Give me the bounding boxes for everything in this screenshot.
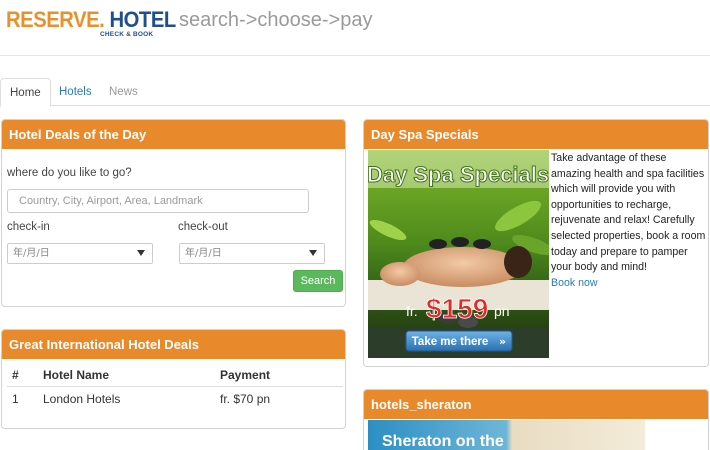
logo-subtitle: CHECK & BOOK	[100, 31, 154, 38]
sheraton-panel: hotels_sheraton Sheraton on the	[363, 389, 709, 450]
book-now-link[interactable]: Book now	[551, 276, 707, 292]
checkout-date-picker[interactable]: 年/月/日	[179, 243, 325, 264]
spa-description-text: Take advantage of these amazing health a…	[551, 152, 706, 274]
table-row[interactable]: 1 London Hotels fr. $70 pn	[7, 386, 343, 412]
day-spa-promo-image[interactable]: Day Spa Specials fr. $159 pn Take me the…	[368, 150, 549, 358]
dropdown-arrow-icon	[137, 250, 145, 256]
column-header-hotel-name: Hotel Name	[43, 364, 220, 387]
search-button[interactable]: Search	[293, 270, 343, 292]
panel-title: Day Spa Specials	[364, 120, 708, 149]
hotel-deals-panel: Hotel Deals of the Day where do you like…	[1, 119, 346, 307]
panel-title: Great International Hotel Deals	[2, 330, 345, 359]
checkin-date-picker[interactable]: 年/月/日	[7, 243, 153, 264]
tab-home[interactable]: Home	[0, 78, 51, 107]
spa-image-price-suffix: pn	[494, 303, 510, 319]
logo-hotel-text: HOTEL	[109, 7, 176, 32]
column-header-payment: Payment	[220, 364, 343, 387]
checkin-date-value: 年/月/日	[13, 248, 50, 259]
spa-description: Take advantage of these amazing health a…	[551, 151, 707, 291]
logo-wordmark: RESERVE. HOTEL	[6, 8, 176, 32]
checkin-label: check-in	[7, 221, 50, 233]
hotel-deals-table: # Hotel Name Payment 1 London Hotels fr.…	[7, 364, 343, 412]
day-spa-panel: Day Spa Specials Day Spa Specials fr. $1…	[363, 119, 709, 367]
site-header: RESERVE. HOTEL CHECK & BOOK search->choo…	[0, 0, 710, 56]
spa-image-button: Take me there	[412, 336, 489, 348]
international-deals-panel: Great International Hotel Deals # Hotel …	[1, 329, 346, 429]
logo-reserve-text: RESERVE.	[6, 7, 105, 32]
sheraton-image-title: Sheraton on the	[382, 433, 504, 450]
dropdown-arrow-icon	[309, 250, 317, 256]
table-header-row: # Hotel Name Payment	[7, 364, 343, 387]
tab-news[interactable]: News	[100, 78, 147, 107]
panel-title: hotels_sheraton	[364, 390, 708, 419]
checkout-date-value: 年/月/日	[185, 248, 222, 259]
destination-question: where do you like to go?	[7, 167, 132, 179]
spa-image-title: Day Spa Specials	[368, 162, 549, 187]
panel-title: Hotel Deals of the Day	[2, 120, 345, 149]
nav-tabs: Home Hotels News	[0, 78, 710, 107]
reserve-hotel-logo[interactable]: RESERVE. HOTEL CHECK & BOOK	[6, 8, 176, 40]
checkout-label: check-out	[178, 221, 228, 233]
column-header-number: #	[7, 364, 43, 387]
row-payment: fr. $70 pn	[220, 392, 271, 407]
tagline: search->choose->pay	[179, 9, 373, 31]
spa-image-price: $159	[426, 293, 488, 324]
svg-text:»: »	[499, 335, 506, 348]
sheraton-promo-image[interactable]: Sheraton on the	[368, 420, 645, 450]
row-number: 1	[12, 392, 19, 407]
spa-image-price-prefix: fr.	[406, 303, 418, 319]
row-hotel-name: London Hotels	[43, 392, 121, 407]
tab-hotels[interactable]: Hotels	[50, 78, 101, 107]
destination-input[interactable]	[7, 189, 309, 213]
